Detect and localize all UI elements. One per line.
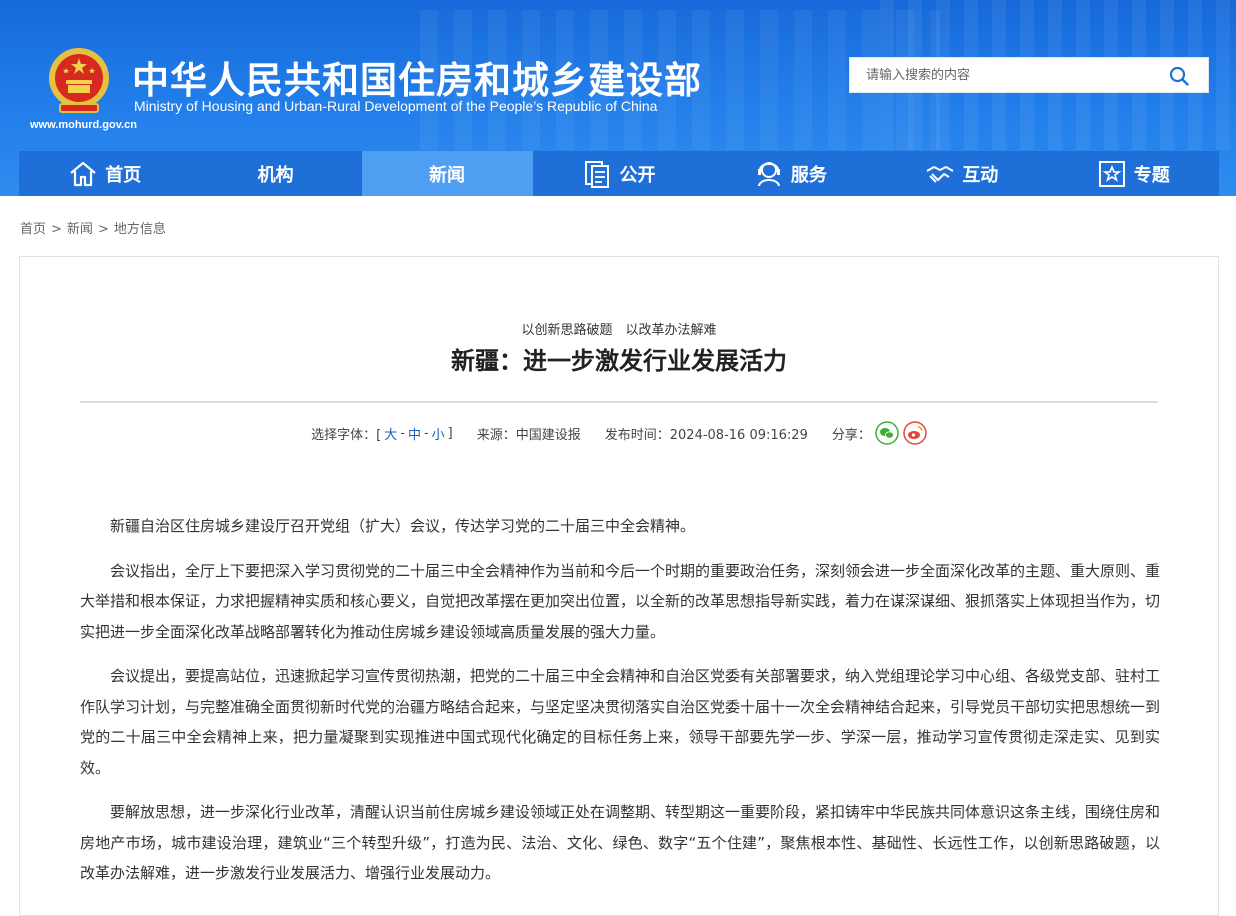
article-kicker: 以创新思路破题 以改革办法解难 [521, 323, 717, 338]
nav-label-news: 新闻 [429, 164, 466, 186]
nav-label-organization: 机构 [257, 164, 294, 186]
article-paragraph: 新疆自治区住房城乡建设厅召开党组（扩大）会议，传达学习党的二十届三中全会精神。 [110, 517, 696, 535]
font-size-selector: 选择字体：[ 大 - 中 - 小 ] [311, 424, 453, 443]
article-container: 以创新思路破题 以改革办法解难 新疆：进一步激发行业发展活力 选择字体：[ 大 … [19, 256, 1219, 916]
site-title[interactable]: 中华人民共和国住房和城乡建设部 [132, 50, 702, 104]
document-icon [585, 160, 610, 188]
site-url: www.mohurd.gov.cn [30, 119, 137, 131]
service-person-icon [757, 161, 780, 186]
handshake-icon [926, 165, 954, 183]
font-size-close: ] [447, 425, 453, 441]
breadcrumb-news[interactable]: 新闻 [67, 222, 93, 237]
nav-item-public[interactable]: 公开 [533, 151, 705, 196]
breadcrumb-local-info[interactable]: 地方信息 [114, 222, 166, 237]
nav-item-news[interactable]: 新闻 [361, 151, 534, 196]
search-box [849, 57, 1209, 93]
article-title: 新疆：进一步激发行业发展活力 [451, 347, 787, 375]
share-group: 分享： [832, 421, 927, 445]
nav-item-home[interactable]: 首页 [19, 151, 191, 196]
nav-item-organization[interactable]: 机构 [190, 151, 362, 196]
nav-label-home: 首页 [105, 164, 142, 186]
nav-label-special-topics: 专题 [1133, 164, 1170, 186]
font-size-divider: - [423, 425, 429, 441]
share-label: 分享： [831, 427, 871, 443]
font-size-divider: - [400, 425, 405, 441]
star-frame-icon [1098, 160, 1125, 187]
font-size-small[interactable]: 小 [432, 424, 445, 443]
article-paragraph: 会议指出，全厅上下要把深入学习贯彻党的二十届三中全会精神作为当前和今后一个时期的… [80, 561, 1161, 641]
breadcrumb: 首页 > 新闻 > 地方信息 [20, 218, 166, 237]
site-subtitle: Ministry of Housing and Urban-Rural Deve… [134, 98, 658, 114]
breadcrumb-separator: > [51, 222, 62, 237]
article-publish-time: 发布时间：2024-08-16 09:16:29 [604, 427, 808, 443]
title-divider [80, 401, 1158, 403]
breadcrumb-home[interactable]: 首页 [20, 222, 46, 237]
font-size-medium[interactable]: 中 [408, 424, 421, 443]
nav-item-special-topics[interactable]: 专题 [1047, 151, 1219, 196]
nav-label-service: 服务 [790, 164, 827, 186]
national-emblem-icon[interactable] [44, 44, 114, 116]
search-input[interactable] [850, 58, 1160, 92]
nav-item-service[interactable]: 服务 [704, 151, 877, 196]
search-icon[interactable] [1168, 65, 1190, 87]
font-size-large[interactable]: 大 [384, 424, 397, 443]
home-icon [70, 161, 96, 186]
weibo-icon[interactable] [903, 421, 927, 445]
article-paragraph: 会议提出，要提高站位，迅速掀起学习宣传贯彻热潮，把党的二十届三中全会精神和自治区… [80, 667, 1161, 777]
article-paragraph: 要解放思想，进一步深化行业改革，清醒认识当前住房城乡建设领域正处在调整期、转型期… [80, 803, 1161, 882]
breadcrumb-separator: > [97, 222, 109, 237]
nav-label-interaction: 互动 [962, 164, 999, 186]
font-size-label: 选择字体：[ [311, 427, 382, 443]
nav-label-public: 公开 [619, 164, 656, 186]
main-nav: 首页 机构 新闻 公开 服务 互动 专题 [19, 151, 1219, 196]
nav-item-interaction[interactable]: 互动 [876, 151, 1048, 196]
article-body: 新疆自治区住房城乡建设厅召开党组（扩大）会议，传达学习党的二十届三中全会精神。 … [80, 511, 1160, 903]
article-meta: 选择字体：[ 大 - 中 - 小 ] 来源：中国建设报 发布时间：2024-08… [20, 421, 1218, 445]
article-source: 来源：中国建设报 [476, 427, 581, 443]
wechat-icon[interactable] [875, 421, 899, 445]
